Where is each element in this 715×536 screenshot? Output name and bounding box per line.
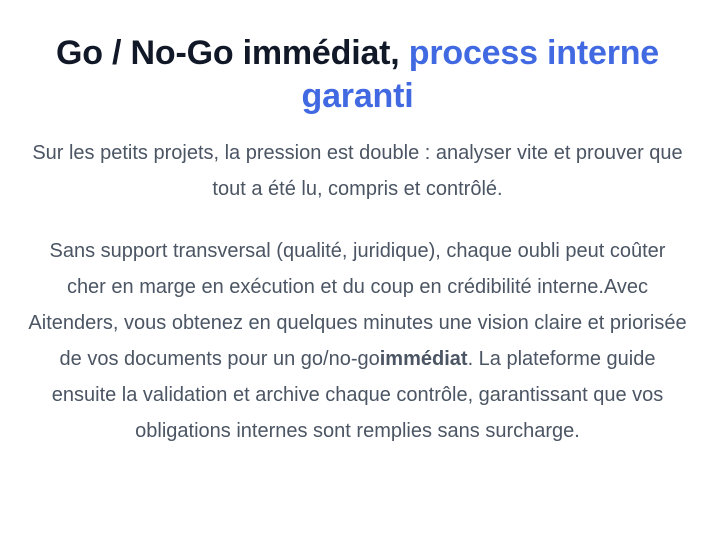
- section-heading: Go / No-Go immédiat, process interne gar…: [20, 32, 695, 118]
- detail-bold-text: immédiat: [379, 348, 468, 370]
- go-no-go-section: Go / No-Go immédiat, process interne gar…: [0, 0, 715, 536]
- heading-main-text: Go / No-Go immédiat,: [55, 34, 400, 72]
- detail-paragraph: Sans support transversal (qualité, jurid…: [28, 233, 688, 449]
- intro-paragraph: Sur les petits projets, la pression est …: [32, 142, 683, 200]
